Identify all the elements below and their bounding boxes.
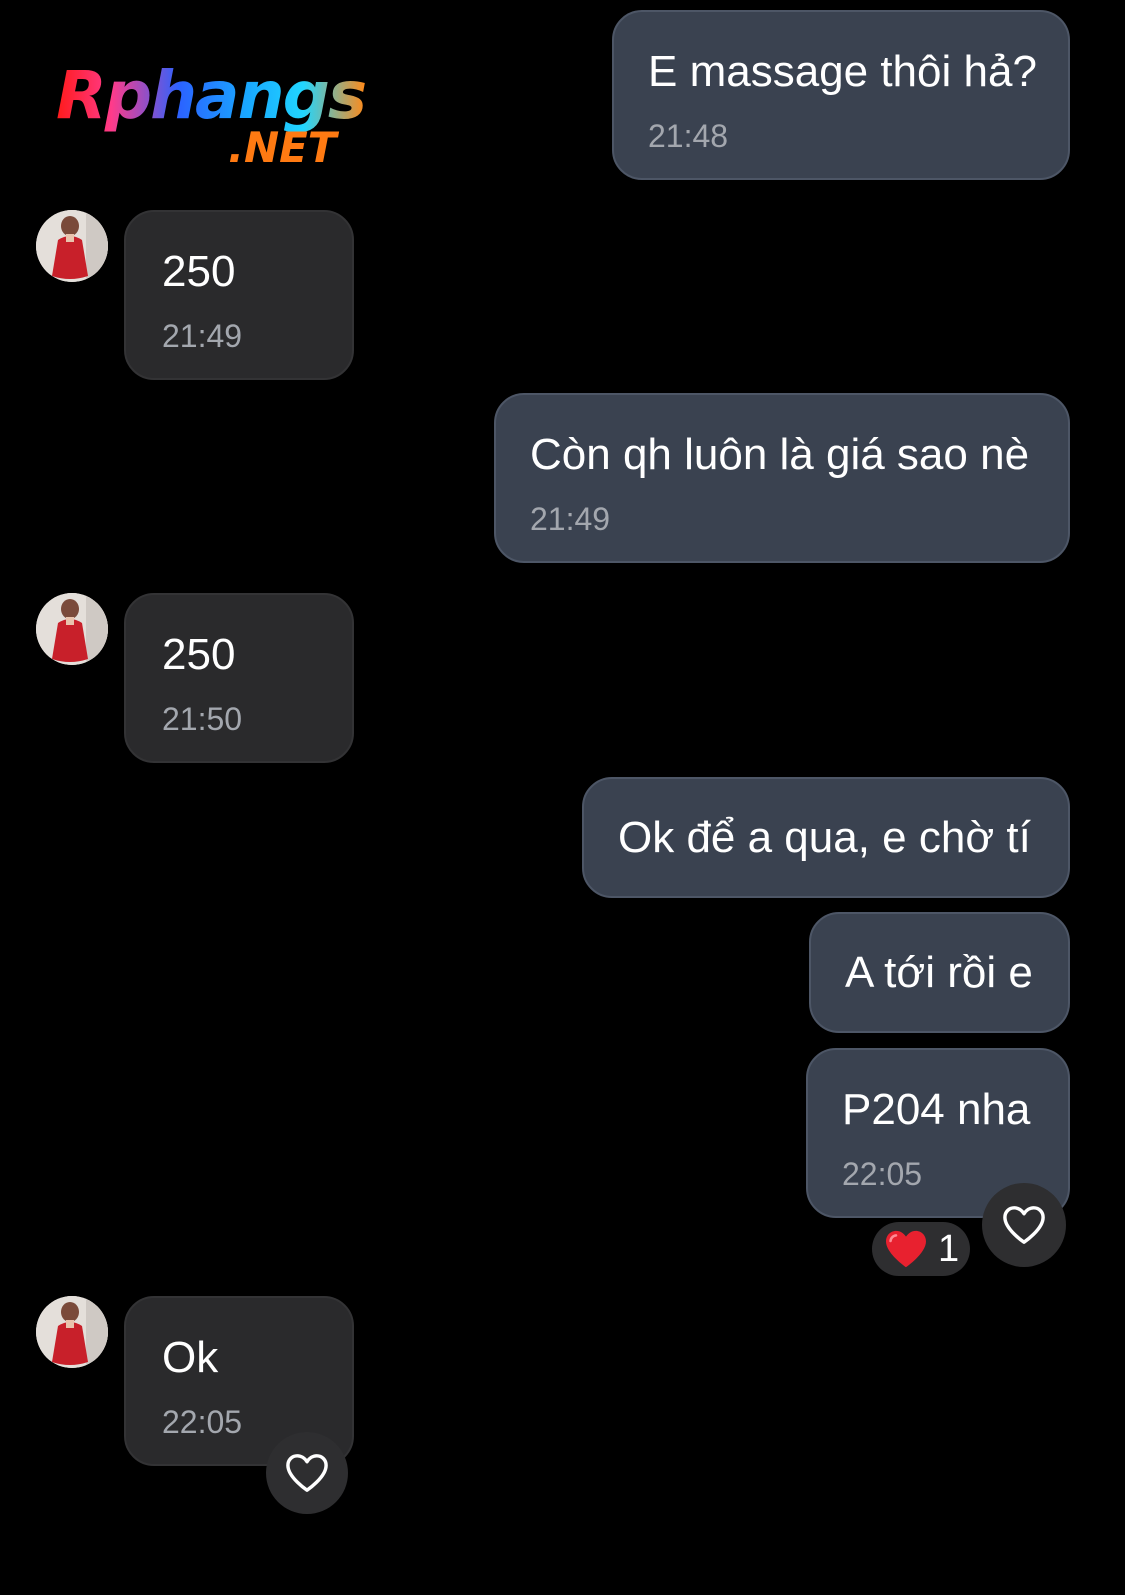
message-timestamp: 21:48 — [648, 118, 729, 154]
message-text: 250 — [162, 247, 236, 296]
reaction-count: 1 — [938, 1228, 960, 1270]
message-timestamp: 21:49 — [530, 501, 611, 537]
watermark-logo-suffix: .NET — [228, 123, 337, 172]
message-text: P204 nha — [842, 1085, 1031, 1134]
contact-avatar[interactable] — [36, 593, 108, 665]
like-button[interactable] — [266, 1432, 348, 1514]
message-bubble-outgoing[interactable]: E massage thôi hả? 21:48 — [612, 10, 1070, 180]
message-text: A tới rồi e — [845, 948, 1033, 997]
message-bubble-outgoing[interactable]: A tới rồi e — [809, 912, 1070, 1033]
contact-avatar[interactable] — [36, 210, 108, 282]
watermark-logo: Rphangs .NET — [56, 56, 396, 176]
message-timestamp: 21:49 — [162, 318, 243, 354]
message-timestamp: 22:05 — [162, 1404, 243, 1440]
heart-outline-icon — [1001, 1204, 1047, 1246]
message-timestamp: 21:50 — [162, 701, 243, 737]
message-bubble-outgoing[interactable]: Còn qh luôn là giá sao nè 21:49 — [494, 393, 1070, 563]
message-bubble-incoming[interactable]: 250 21:49 — [124, 210, 354, 380]
message-text: Ok — [162, 1333, 219, 1382]
heart-outline-icon — [284, 1452, 330, 1494]
red-heart-emoji-icon — [884, 1229, 928, 1269]
message-text: E massage thôi hả? — [648, 47, 1037, 96]
like-button[interactable] — [982, 1183, 1066, 1267]
message-timestamp: 22:05 — [842, 1156, 923, 1192]
message-bubble-outgoing[interactable]: Ok để a qua, e chờ tí — [582, 777, 1070, 898]
message-text: 250 — [162, 630, 236, 679]
message-bubble-incoming[interactable]: 250 21:50 — [124, 593, 354, 763]
message-text: Còn qh luôn là giá sao nè — [530, 430, 1030, 479]
contact-avatar[interactable] — [36, 1296, 108, 1368]
reaction-badge[interactable]: 1 — [872, 1222, 970, 1276]
message-text: Ok để a qua, e chờ tí — [618, 813, 1031, 862]
